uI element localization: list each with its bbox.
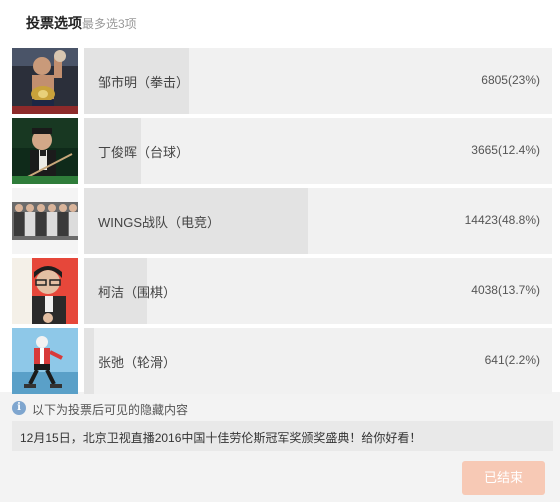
roller-skater-photo [12,328,78,394]
option-percent: (12.4%) [497,143,540,157]
vote-limit-hint: 最多选3项 [82,17,137,31]
vote-option-zou-shiming[interactable]: 邹市明（拳击） 6805(23%) [12,48,552,114]
boxer-photo [12,48,78,114]
option-votes: 3665 [471,143,498,157]
hidden-content-text: 12月15日，北京卫视直播2016中国十佳劳伦斯冠军奖颁奖盛典！给你好看！ [20,431,422,445]
esports-team-photo [12,188,78,254]
vote-bar-track: 丁俊晖（台球） 3665(12.4%) [84,118,552,184]
vote-ended-button[interactable]: 已结束 [462,461,545,495]
hidden-note-text: 以下为投票后可见的隐藏内容 [32,403,189,417]
option-label: 张弛（轮滑） [98,355,177,370]
vote-bar-track: 邹市明（拳击） 6805(23%) [84,48,552,114]
option-percent: (2.2%) [504,353,540,367]
option-percent: (48.8%) [497,213,540,227]
go-player-photo [12,258,78,324]
info-icon: i [12,401,26,415]
vote-card: 投票选项 最多选3项 邹市明（拳击） 6805(23%) 丁俊晖（台球） 366… [0,0,560,502]
snooker-photo [12,118,78,184]
option-stat: 6805(23%) [481,73,540,87]
vote-bar-track: WINGS战队（电竞） 14423(48.8%) [84,188,552,254]
option-votes: 4038 [471,283,498,297]
vote-bar-track: 张弛（轮滑） 641(2.2%) [84,328,552,394]
option-stat: 4038(13.7%) [471,283,540,297]
option-label: 丁俊晖（台球） [98,145,190,160]
option-stat: 3665(12.4%) [471,143,540,157]
option-label: 邹市明（拳击） [98,75,190,90]
vote-option-zhang-chi[interactable]: 张弛（轮滑） 641(2.2%) [12,328,552,394]
option-percent: (23%) [507,73,540,87]
vote-option-wings[interactable]: WINGS战队（电竞） 14423(48.8%) [12,188,552,254]
vote-options-list: 邹市明（拳击） 6805(23%) 丁俊晖（台球） 3665(12.4%) WI… [0,42,560,394]
option-stat: 14423(48.8%) [465,213,540,227]
option-label: 柯洁（围棋） [98,285,177,300]
vote-title: 投票选项 [26,15,82,31]
option-votes: 6805 [481,73,508,87]
vote-header: 投票选项 最多选3项 [0,0,560,42]
option-label: WINGS战队（电竞） [98,215,221,230]
hidden-content-box: 12月15日，北京卫视直播2016中国十佳劳伦斯冠军奖颁奖盛典！给你好看！ [12,421,553,451]
vote-bar-fill [84,328,94,394]
option-stat: 641(2.2%) [485,353,540,367]
option-percent: (13.7%) [497,283,540,297]
option-votes: 641 [484,353,505,367]
vote-option-ke-jie[interactable]: 柯洁（围棋） 4038(13.7%) [12,258,552,324]
option-votes: 14423 [464,213,498,227]
vote-option-ding-junhui[interactable]: 丁俊晖（台球） 3665(12.4%) [12,118,552,184]
vote-bar-track: 柯洁（围棋） 4038(13.7%) [84,258,552,324]
